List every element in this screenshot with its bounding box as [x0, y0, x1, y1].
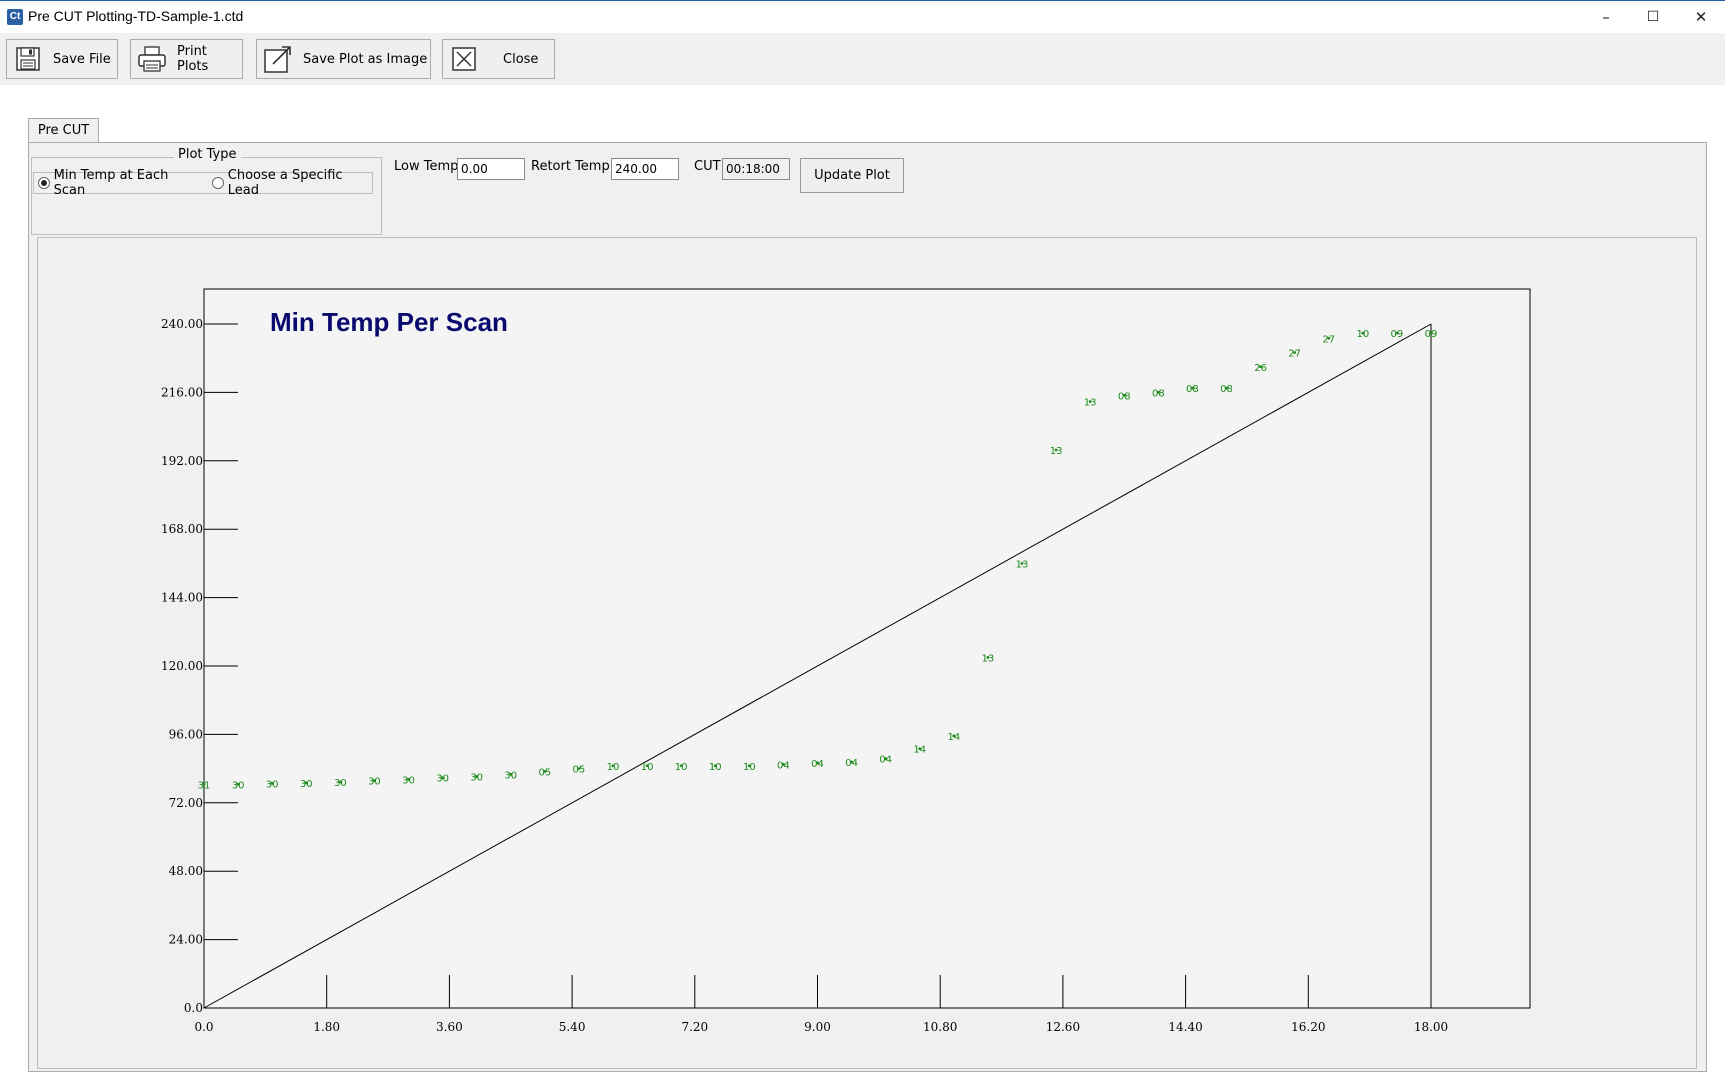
data-point-label: 13: [982, 653, 995, 664]
data-point-label: 30: [300, 779, 313, 790]
data-point-label: 10: [641, 762, 654, 773]
data-point-label: 30: [470, 773, 483, 784]
y-tick-label: 96.00: [169, 727, 203, 741]
data-point-label: 10: [1356, 329, 1369, 340]
data-point-label: 04: [811, 759, 824, 770]
data-point-label: 04: [845, 758, 858, 769]
y-tick-label: 48.00: [169, 864, 203, 878]
data-point-label: 08: [1152, 388, 1165, 399]
y-tick-label: 216.00: [161, 385, 203, 399]
min-temp-chart: 0.0 24.00 48.00 72.00 96.00 120.00 144.00 168.0…: [161, 288, 1531, 1034]
data-point-label: 10: [675, 762, 688, 773]
x-tick-label: 9.00: [804, 1020, 831, 1034]
y-tick-label: 192.00: [161, 454, 203, 468]
data-point-label: 08: [1186, 384, 1199, 395]
data-point-label: 05: [573, 765, 586, 776]
x-tick-label: 12.60: [1046, 1020, 1080, 1034]
x-tick-label: 3.60: [436, 1020, 463, 1034]
y-tick-label: 0.0: [184, 1001, 203, 1015]
data-point-label: 27: [1288, 349, 1301, 360]
data-point-label: 13: [1050, 446, 1063, 457]
x-tick-label: 18.00: [1414, 1020, 1448, 1034]
plot-frame: [203, 288, 1531, 1009]
x-tick-label: 10.80: [923, 1020, 957, 1034]
data-point-label: 30: [232, 780, 245, 791]
data-point-label: 08: [1220, 384, 1233, 395]
data-point-label: 04: [777, 760, 790, 771]
x-tick-label: 1.80: [313, 1020, 340, 1034]
data-point-label: 30: [504, 770, 517, 781]
data-point-label: 05: [538, 767, 551, 778]
data-point-label: 09: [1391, 329, 1404, 340]
data-point-label: 30: [368, 777, 381, 788]
y-tick-label: 144.00: [161, 591, 203, 605]
x-tick-label: 0.0: [194, 1020, 213, 1034]
data-point-label: 10: [607, 762, 620, 773]
y-tick-label: 168.00: [161, 522, 203, 536]
data-point-label: 31: [198, 780, 211, 791]
data-point-label: 30: [402, 775, 415, 786]
y-tick-label: 240.00: [161, 317, 203, 331]
data-point-label: 08: [1118, 391, 1131, 402]
x-tick-label: 5.40: [559, 1020, 586, 1034]
chart-title: Min Temp Per Scan: [270, 307, 508, 337]
data-point-label: 27: [1322, 334, 1335, 345]
x-tick-label: 16.20: [1291, 1020, 1325, 1034]
data-point-label: 13: [1016, 559, 1029, 570]
y-tick-label: 72.00: [169, 796, 203, 810]
data-point-label: 10: [709, 762, 722, 773]
y-tick-label: 24.00: [169, 933, 203, 947]
data-point-label: 13: [1084, 398, 1097, 409]
x-tick-label: 7.20: [681, 1020, 708, 1034]
data-point-label: 30: [436, 774, 449, 785]
data-point-label: 14: [947, 732, 960, 743]
data-point-label: 04: [879, 755, 892, 766]
data-point-label: 14: [913, 745, 926, 756]
data-point-label: 09: [1425, 329, 1438, 340]
data-point-label: 30: [334, 778, 347, 789]
data-point-label: 26: [1254, 363, 1267, 374]
x-tick-label: 14.40: [1168, 1020, 1202, 1034]
data-point-label: 10: [743, 762, 756, 773]
y-tick-label: 120.00: [161, 659, 203, 673]
data-point-label: 30: [266, 779, 279, 790]
